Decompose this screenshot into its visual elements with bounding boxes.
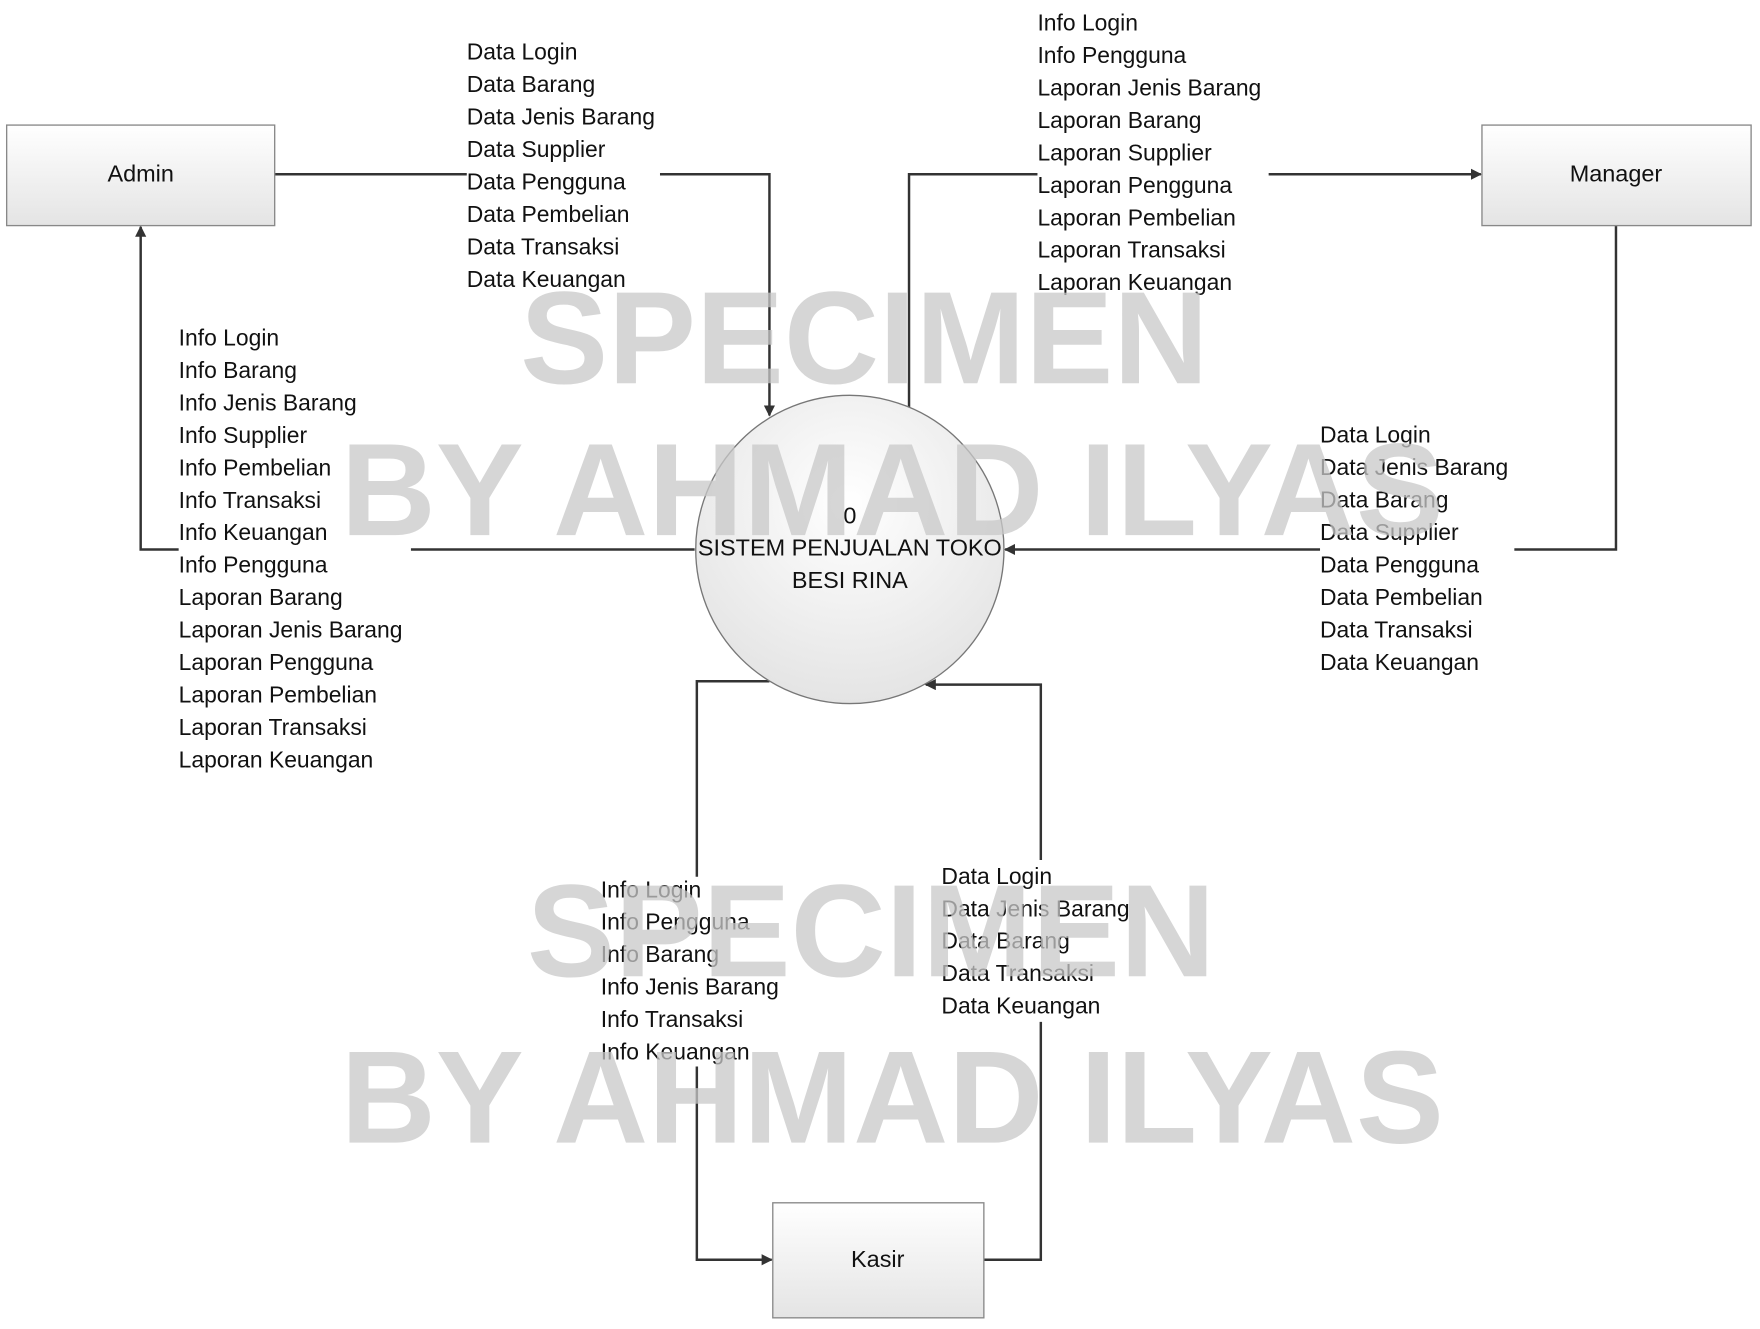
flow-label-item: Data Jenis Barang: [467, 104, 655, 130]
flow-label-item: Data Barang: [467, 71, 595, 97]
flow-label-item: Info Supplier: [179, 422, 308, 448]
flow-label-admin-to-system: Data Login Data Barang Data Jenis Barang Da…: [467, 39, 655, 292]
process-name-line2: BESI RINA: [792, 567, 908, 593]
flow-label-item: Laporan Barang: [1037, 107, 1201, 133]
entity-kasir-label: Kasir: [851, 1246, 905, 1272]
flow-label-item: Laporan Supplier: [1037, 139, 1212, 165]
flow-label-item: Info Login: [1037, 10, 1137, 36]
flow-label-item: Laporan Pembelian: [1037, 204, 1235, 230]
flow-label-item: Data Keuangan: [1320, 649, 1479, 675]
entity-manager-label: Manager: [1570, 161, 1663, 187]
flow-label-item: Data Pembelian: [467, 201, 630, 227]
flow-label-item: Laporan Jenis Barang: [1037, 75, 1261, 101]
flow-label-item: Data Pengguna: [467, 168, 626, 194]
flow-label-item: Laporan Keuangan: [179, 746, 374, 772]
watermark-top-line1: SPECIMEN: [520, 264, 1208, 411]
context-diagram: Admin Manager Kasir 0 SISTEM PENJUALAN T…: [5, 10, 1752, 1319]
flow-label-system-to-manager: Info Login Info Pengguna Laporan Jenis Bar…: [1037, 10, 1261, 296]
flow-label-item: Laporan Transaksi: [1037, 237, 1225, 263]
flow-label-item: Info Login: [179, 325, 279, 351]
flow-label-item: Data Transaksi: [467, 233, 620, 259]
flow-label-item: Data Transaksi: [1320, 616, 1473, 642]
flow-label-item: Laporan Pembelian: [179, 681, 377, 707]
watermark-bottom-line1: SPECIMEN: [527, 857, 1215, 1004]
flow-label-item: Laporan Pengguna: [179, 649, 374, 675]
flow-label-item: Info Pengguna: [1037, 42, 1186, 68]
flow-label-item: Data Supplier: [467, 136, 606, 162]
watermark-bottom-line2: BY AHMAD ILYAS: [341, 1024, 1444, 1171]
flow-label-item: Data Login: [467, 39, 578, 65]
entity-manager[interactable]: Manager: [1481, 124, 1752, 227]
entity-admin[interactable]: Admin: [5, 124, 276, 227]
flow-label-item: Info Pengguna: [179, 552, 328, 578]
flow-label-item: Info Transaksi: [179, 487, 321, 513]
flow-label-item: Info Pembelian: [179, 454, 332, 480]
flow-label-item: Data Pembelian: [1320, 584, 1483, 610]
watermark-top-line2: BY AHMAD ILYAS: [341, 416, 1444, 563]
flow-label-item: Laporan Pengguna: [1037, 172, 1232, 198]
watermark: SPECIMEN BY AHMAD ILYAS SPECIMEN BY AHMA…: [341, 264, 1444, 1170]
flow-label-item: Laporan Jenis Barang: [179, 617, 403, 643]
entity-kasir[interactable]: Kasir: [772, 1202, 985, 1319]
flow-label-item: Info Jenis Barang: [179, 389, 357, 415]
flow-label-item: Info Keuangan: [179, 519, 328, 545]
flow-label-item: Info Barang: [179, 357, 297, 383]
flow-label-item: Laporan Barang: [179, 584, 343, 610]
flow-label-item: Laporan Transaksi: [179, 714, 367, 740]
entity-admin-label: Admin: [107, 161, 173, 187]
